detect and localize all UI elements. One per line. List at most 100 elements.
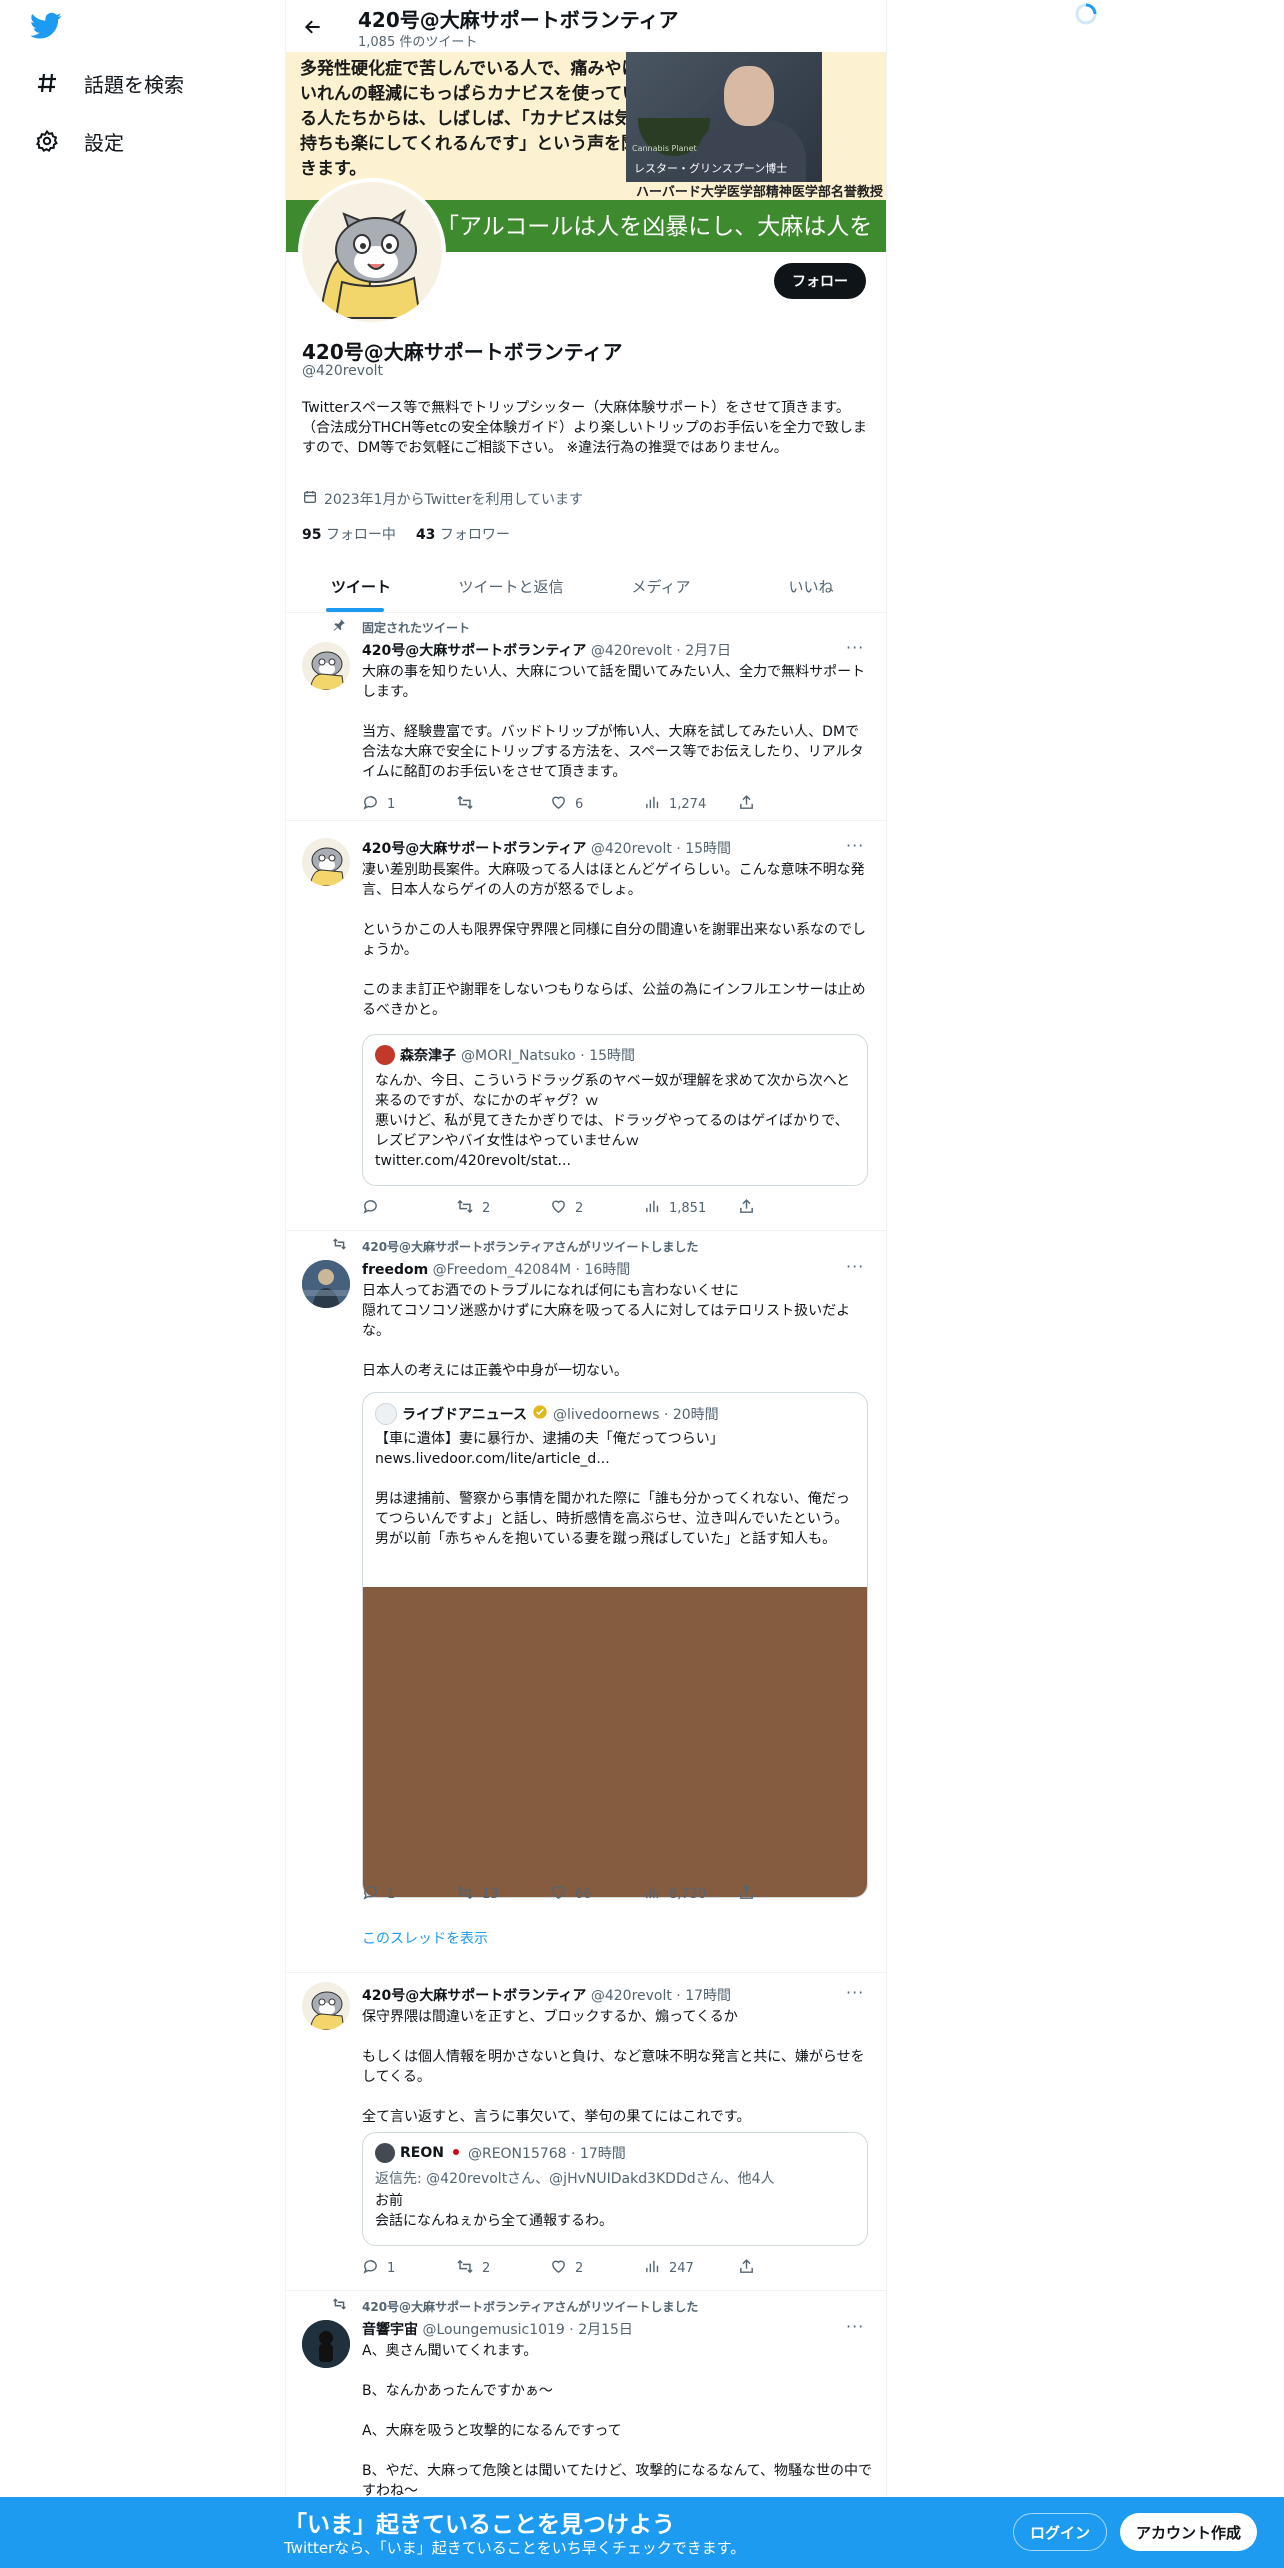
heart-icon	[550, 1198, 567, 1219]
tweet-author-meta[interactable]: @Freedom_42084M · 16時間	[433, 1262, 631, 1278]
views-chart-icon	[644, 1198, 661, 1219]
share-icon	[738, 2258, 755, 2279]
japan-flag-icon	[448, 2145, 463, 2161]
views-button[interactable]: 1,851	[644, 1198, 738, 1219]
banner-photo-sub: Cannabis Planet	[632, 144, 697, 153]
banner-text: 多発性硬化症で苦しんでいる人で、痛みやけいれんの軽減にもっぱらカナビスを使ってい…	[300, 59, 640, 179]
reply-button[interactable]: 1	[362, 2258, 456, 2279]
more-options-icon[interactable]: ···	[846, 1257, 864, 1276]
share-button[interactable]	[738, 794, 768, 815]
tweet-avatar[interactable]	[302, 838, 350, 886]
login-button[interactable]: ログイン	[1013, 2513, 1108, 2551]
like-button[interactable]: 2	[550, 1198, 644, 1219]
nav-explore[interactable]: 話題を検索	[32, 68, 184, 98]
tweet-retweet[interactable]: 420号@大麻サポートボランティアさんがリツイートしました freedom @F…	[286, 1230, 886, 1973]
tweet-header: 420号@大麻サポートボランティア @420revolt · 2月7日	[362, 640, 731, 660]
tweet-pinned[interactable]: 固定されたツイート 420号@大麻サポートボランティア @420revolt ·…	[286, 612, 886, 821]
profile-stats: 95 フォロー中 43 フォロワー	[302, 524, 510, 544]
quoted-tweet-header: ライブドアニュース @livedoornews · 20時間	[375, 1403, 719, 1425]
views-button[interactable]: 8,730	[644, 1884, 738, 1905]
share-button[interactable]	[738, 1884, 768, 1905]
tweet[interactable]: 420号@大麻サポートボランティア @420revolt · 17時間 ··· …	[286, 1972, 886, 2291]
followers-link[interactable]: 43 フォロワー	[416, 524, 510, 544]
views-button[interactable]: 247	[644, 2258, 738, 2279]
share-button[interactable]	[738, 1198, 768, 1219]
tab-tweets[interactable]: ツイート	[286, 560, 436, 612]
tweet-author-meta[interactable]: @420revolt · 2月7日	[591, 643, 731, 659]
retweet-button[interactable]: 2	[456, 2258, 550, 2279]
tweet-author-meta[interactable]: @Loungemusic1019 · 2月15日	[422, 2322, 632, 2338]
nav-settings-label: 設定	[84, 130, 124, 155]
quoted-tweet[interactable]: REON @REON15768 · 17時間 返信先: @420revoltさん…	[362, 2132, 868, 2246]
retweet-button[interactable]	[456, 794, 550, 815]
show-thread-link[interactable]: このスレッドを表示	[362, 1928, 488, 1948]
retweet-button[interactable]: 2	[456, 1198, 550, 1219]
header-tweet-count: 1,085 件のツイート	[358, 35, 478, 50]
tweet-avatar[interactable]	[302, 1260, 350, 1308]
more-options-icon[interactable]: ···	[846, 1983, 864, 2002]
retweet-icon	[456, 794, 474, 815]
tweet-actions: 1 2 2 247	[362, 2258, 802, 2279]
like-button[interactable]: 2	[550, 2258, 644, 2279]
reply-button[interactable]: 1	[362, 1884, 456, 1905]
quoted-reply-to[interactable]: 返信先: @420revoltさん、@jHvNUIDakd3KDDdさん、他4人	[375, 2169, 855, 2189]
more-options-icon[interactable]: ···	[846, 638, 864, 657]
tweet-author-name[interactable]: 420号@大麻サポートボランティア	[362, 643, 586, 659]
retweet-icon	[456, 1884, 474, 1905]
views-button[interactable]: 1,274	[644, 794, 738, 815]
reply-button[interactable]: 1	[362, 794, 456, 815]
tab-media[interactable]: メディア	[586, 560, 736, 612]
tweet-author-meta[interactable]: @420revolt · 17時間	[591, 1988, 731, 2004]
nav-explore-label: 話題を検索	[84, 72, 184, 97]
tweet-text: 日本人ってお酒でのトラブルになれば何にも言わないくせに 隠れてコソコソ迷惑かけず…	[362, 1283, 851, 1379]
more-options-icon[interactable]: ···	[846, 836, 864, 855]
tweet-author-name[interactable]: 420号@大麻サポートボランティア	[362, 1988, 586, 2004]
nav-settings[interactable]: 設定	[32, 126, 124, 156]
quoted-avatar	[375, 1045, 395, 1065]
heart-icon	[550, 794, 567, 815]
pinned-label: 固定されたツイート	[362, 621, 471, 635]
quoted-tweet[interactable]: ライブドアニュース @livedoornews · 20時間 【車に遺体】妻に暴…	[362, 1392, 868, 1898]
like-button[interactable]: 66	[550, 1884, 644, 1905]
profile-avatar[interactable]	[298, 178, 446, 326]
back-arrow-icon[interactable]	[296, 10, 330, 44]
retweeted-by-label[interactable]: 420号@大麻サポートボランティアさんがリツイートしました	[362, 1238, 698, 1255]
tweet-header: freedom @Freedom_42084M · 16時間	[362, 1259, 630, 1279]
pin-icon	[332, 618, 346, 636]
views-chart-icon	[644, 2258, 661, 2279]
tweet[interactable]: 420号@大麻サポートボランティア @420revolt · 15時間 ··· …	[286, 820, 886, 1231]
tweet-avatar[interactable]	[302, 1982, 350, 2030]
banner-quote: 「アルコールは人を凶暴にし、大麻は人を	[436, 214, 873, 240]
share-icon	[738, 1884, 755, 1905]
hashtag-icon	[32, 68, 62, 98]
tweet-author-name[interactable]: 音響宇宙	[362, 2322, 418, 2338]
following-link[interactable]: 95 フォロー中	[302, 524, 396, 544]
quoted-tweet[interactable]: 森奈津子 @MORI_Natsuko · 15時間 なんか、今日、こういうドラッ…	[362, 1034, 868, 1186]
reply-icon	[362, 1884, 379, 1905]
profile-column: 420号@大麻サポートボランティア 1,085 件のツイート 多発性硬化症で苦し…	[285, 0, 887, 2568]
tweet-actions: 2 2 1,851	[362, 1198, 802, 1219]
left-nav: 話題を検索 設定	[0, 0, 285, 2568]
tweet-author-name[interactable]: freedom	[362, 1262, 428, 1278]
create-account-button[interactable]: アカウント作成	[1120, 2513, 1258, 2551]
like-button[interactable]: 6	[550, 794, 644, 815]
twitter-bird-icon[interactable]	[30, 12, 66, 44]
views-chart-icon	[644, 794, 661, 815]
retweet-button[interactable]: 13	[456, 1884, 550, 1905]
header-title: 420号@大麻サポートボランティア	[358, 8, 679, 32]
tweet-author-meta[interactable]: @420revolt · 15時間	[591, 841, 731, 857]
tweet-author-name[interactable]: 420号@大麻サポートボランティア	[362, 841, 586, 857]
quoted-media-image[interactable]	[363, 1587, 867, 1897]
more-options-icon[interactable]: ···	[846, 2317, 864, 2336]
tab-likes[interactable]: いいね	[736, 560, 886, 612]
retweeted-by-label[interactable]: 420号@大麻サポートボランティアさんがリツイートしました	[362, 2298, 698, 2315]
signup-banner-subtitle: Twitterなら、「いま」起きていることをいち早くチェックできます。	[284, 2539, 746, 2557]
tab-tweets-and-replies[interactable]: ツイートと返信	[436, 560, 586, 612]
follow-button[interactable]: フォロー	[774, 263, 866, 299]
joined-text: 2023年1月からTwitterを利用しています	[324, 492, 584, 508]
share-button[interactable]	[738, 2258, 768, 2279]
tweet-avatar[interactable]	[302, 2320, 350, 2368]
tweet-avatar[interactable]	[302, 642, 350, 690]
reply-icon	[362, 2258, 379, 2279]
reply-button[interactable]	[362, 1198, 456, 1219]
